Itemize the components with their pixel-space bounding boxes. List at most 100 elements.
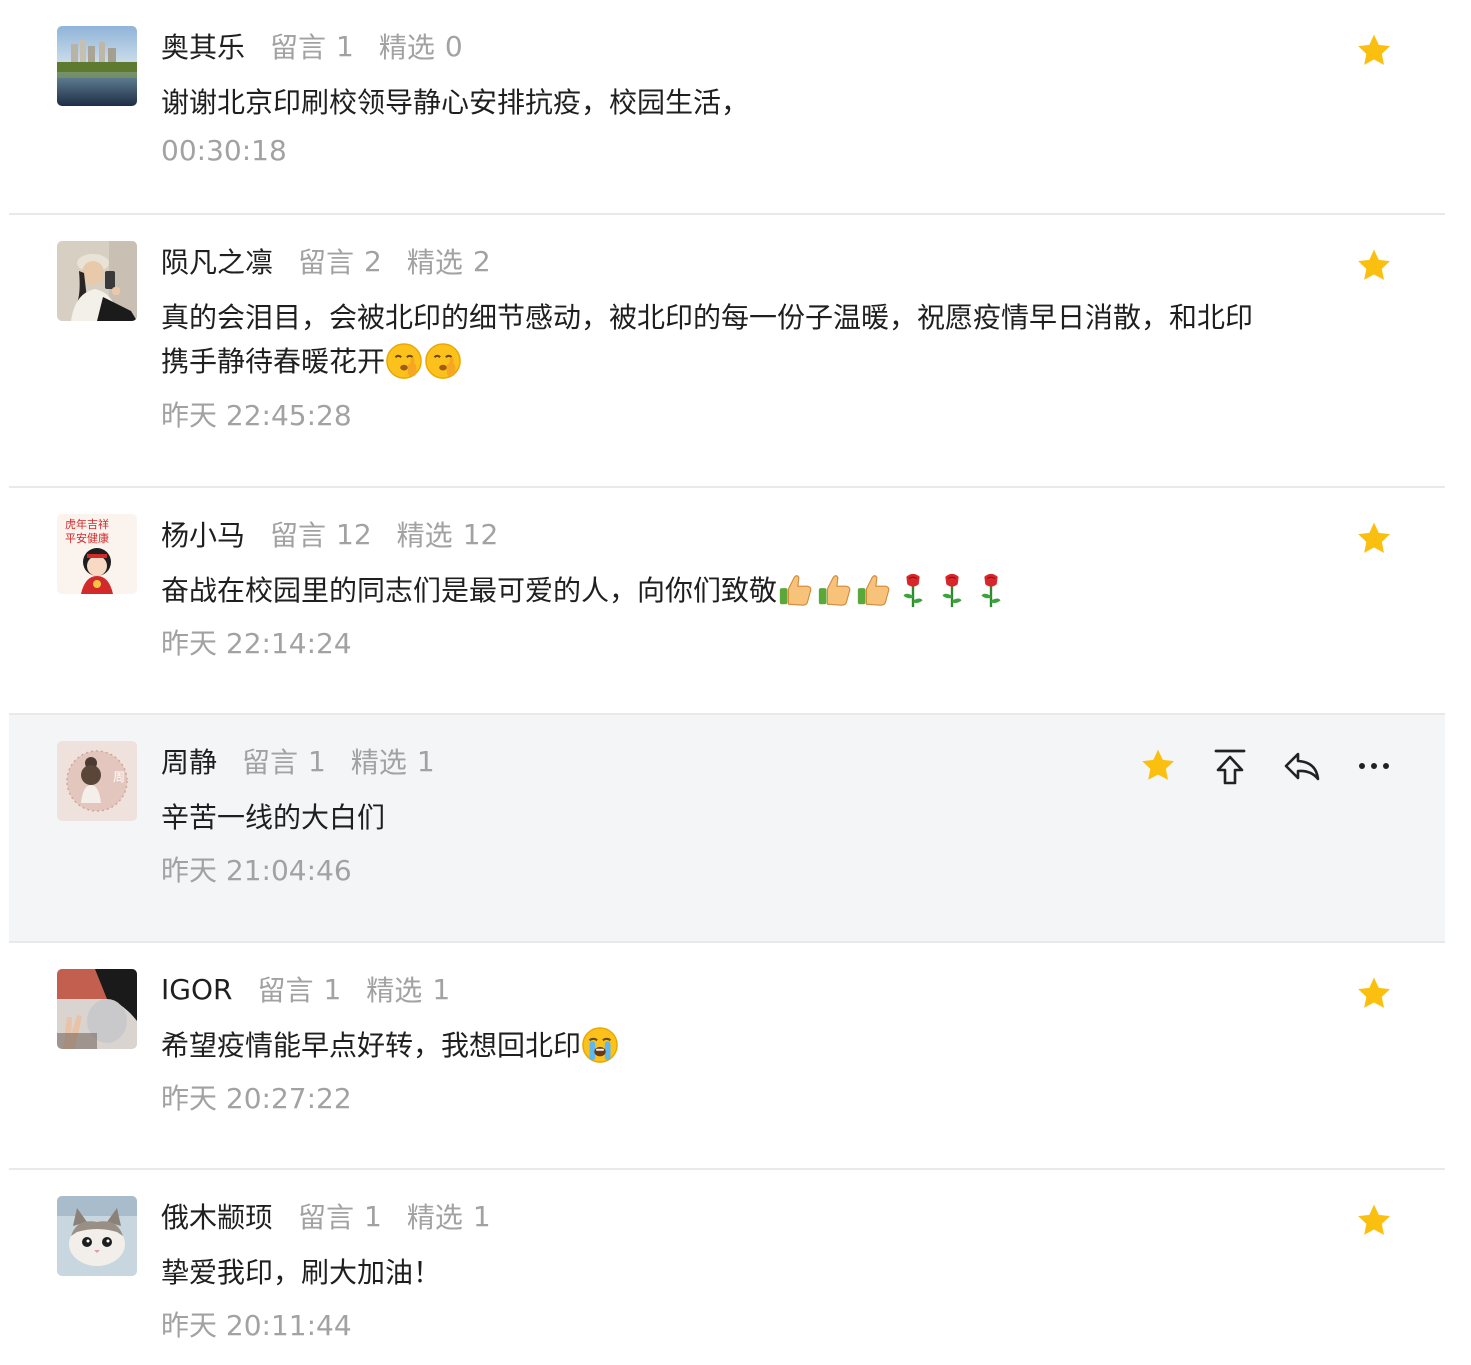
- pin-to-top-icon[interactable]: [1210, 746, 1250, 786]
- comment-text: 谢谢北京印刷校领导静心安排抗疫，校园生活，: [161, 86, 750, 119]
- svg-text:虎年吉祥: 虎年吉祥: [65, 517, 109, 531]
- comment-count-value: 2: [364, 244, 382, 278]
- more-icon[interactable]: [1354, 746, 1394, 786]
- user-avatar[interactable]: [57, 1196, 137, 1276]
- comment-text: 奋战在校园里的同志们是最可爱的人，向你们致敬: [161, 574, 778, 607]
- featured-count-label: 精选: [366, 974, 423, 1007]
- featured-count-value: 12: [462, 517, 499, 551]
- rose-emoji: [894, 571, 932, 609]
- comment-time: 昨天 20:27:22: [161, 1082, 352, 1115]
- comment-count-value: 1: [336, 29, 354, 63]
- comment-content: 真的会泪目，会被北印的细节感动，被北印的每一份子温暖，祝愿疫情早日消散，和北印携…: [161, 296, 1257, 384]
- user-avatar[interactable]: 周: [57, 741, 137, 821]
- comment-text: 真的会泪目，会被北印的细节感动，被北印的每一份子温暖，祝愿疫情早日消散，和北印携…: [161, 301, 1254, 378]
- featured-count-value: 1: [432, 972, 451, 1006]
- comment-content: 辛苦一线的大白们: [161, 796, 1281, 840]
- rose-emoji: [972, 571, 1010, 609]
- girl-bun-badge-avatar: 周: [57, 741, 137, 821]
- user-nickname[interactable]: 杨小马: [161, 514, 245, 554]
- comment-meta: 周静 留言 1 精选 1: [161, 741, 435, 781]
- comment-actions: [1138, 746, 1394, 786]
- reply-icon[interactable]: [1282, 746, 1322, 786]
- new-year-girl-avatar: 虎年吉祥 平安健康: [57, 514, 137, 594]
- comment-item: 陨凡之凛 留言 2 精选 2 真的会泪目，会被北印的细节感动，被北印的每一份子温…: [9, 215, 1445, 488]
- comment-item: 奥其乐 留言 1 精选 0 谢谢北京印刷校领导静心安排抗疫，校园生活， 00:3…: [9, 0, 1445, 215]
- user-avatar[interactable]: [57, 241, 137, 321]
- comment-actions: [1354, 1201, 1394, 1241]
- comment-count-label: 留言: [270, 519, 327, 552]
- comment-meta: 俄木颛顼 留言 1 精选 1: [161, 1196, 491, 1236]
- peace-sign-avatar: [57, 969, 137, 1049]
- comment-item: 周 周静 留言 1 精选 1 辛苦一线的大白们 昨天 21:04:46: [9, 715, 1445, 943]
- star-icon[interactable]: [1138, 746, 1178, 786]
- comment-time: 昨天 22:45:28: [161, 399, 352, 432]
- thumbs-up-emoji: [816, 571, 854, 609]
- featured-count-label: 精选: [406, 1201, 463, 1234]
- girl-selfie-avatar: [57, 241, 137, 321]
- user-avatar[interactable]: 虎年吉祥 平安健康: [57, 514, 137, 594]
- comment-meta: 杨小马 留言 12 精选 12: [161, 514, 498, 554]
- user-avatar[interactable]: [57, 969, 137, 1049]
- comment-count-label: 留言: [298, 1201, 355, 1234]
- comment-text: 辛苦一线的大白们: [161, 801, 386, 834]
- comment-actions: [1354, 519, 1394, 559]
- comment-content: 奋战在校园里的同志们是最可爱的人，向你们致敬: [161, 569, 1281, 613]
- star-icon[interactable]: [1354, 246, 1394, 286]
- comment-content: 挚爱我印，刷大加油！: [161, 1251, 1281, 1295]
- user-nickname[interactable]: 奥其乐: [161, 26, 245, 66]
- comment-content: 谢谢北京印刷校领导静心安排抗疫，校园生活，: [161, 81, 1281, 125]
- star-icon[interactable]: [1354, 974, 1394, 1014]
- comment-time: 昨天 22:14:24: [161, 627, 352, 660]
- featured-count-label: 精选: [396, 519, 453, 552]
- comment-content: 希望疫情能早点好转，我想回北印: [161, 1024, 1281, 1068]
- user-nickname[interactable]: IGOR: [161, 973, 232, 1006]
- featured-count-label: 精选: [350, 746, 407, 779]
- star-icon[interactable]: [1354, 1201, 1394, 1241]
- featured-count-value: 0: [444, 29, 463, 63]
- comment-list: 奥其乐 留言 1 精选 0 谢谢北京印刷校领导静心安排抗疫，校园生活， 00:3…: [9, 0, 1445, 1365]
- thumbs-up-emoji: [855, 571, 893, 609]
- featured-count-label: 精选: [406, 246, 463, 279]
- comment-time: 昨天 20:11:44: [161, 1309, 352, 1342]
- comment-actions: [1354, 31, 1394, 71]
- comment-item: 俄木颛顼 留言 1 精选 1 挚爱我印，刷大加油！ 昨天 20:11:44: [9, 1170, 1445, 1365]
- comment-item: 虎年吉祥 平安健康 杨小马 留言 12 精选 12 奋战在校园里的同志们是最可爱…: [9, 488, 1445, 715]
- user-nickname[interactable]: 俄木颛顼: [161, 1196, 273, 1236]
- user-nickname[interactable]: 陨凡之凛: [161, 241, 273, 281]
- comment-count-value: 1: [323, 972, 342, 1006]
- comment-count-label: 留言: [298, 246, 355, 279]
- city-skyline-lake-avatar: [57, 26, 137, 106]
- featured-count-value: 1: [472, 1199, 491, 1233]
- comment-actions: [1354, 974, 1394, 1014]
- kitten-avatar: [57, 1196, 137, 1276]
- loudly-crying-face-emoji: [581, 1026, 619, 1064]
- comment-actions: [1354, 246, 1394, 286]
- comment-count-label: 留言: [270, 31, 327, 64]
- comment-time: 00:30:18: [161, 134, 287, 167]
- featured-count-value: 1: [416, 744, 435, 778]
- shushing-face-emoji: [385, 342, 423, 380]
- thumbs-up-emoji: [777, 571, 815, 609]
- svg-text:平安健康: 平安健康: [65, 531, 109, 545]
- comment-count-value: 12: [336, 517, 372, 551]
- rose-emoji: [933, 571, 971, 609]
- featured-count-value: 2: [472, 244, 491, 278]
- comment-meta: 陨凡之凛 留言 2 精选 2: [161, 241, 491, 281]
- featured-count-label: 精选: [378, 31, 435, 64]
- comment-text: 希望疫情能早点好转，我想回北印: [161, 1029, 582, 1062]
- comment-meta: 奥其乐 留言 1 精选 0: [161, 26, 463, 66]
- star-icon[interactable]: [1354, 519, 1394, 559]
- avatar-badge-text: 周: [113, 770, 125, 784]
- comment-count-value: 1: [364, 1199, 382, 1233]
- comment-count-label: 留言: [242, 746, 299, 779]
- comment-text: 挚爱我印，刷大加油！: [161, 1256, 442, 1289]
- comment-meta: IGOR 留言 1 精选 1: [161, 969, 450, 1009]
- user-nickname[interactable]: 周静: [161, 741, 217, 781]
- shushing-face-emoji: [424, 342, 462, 380]
- comment-item: IGOR 留言 1 精选 1 希望疫情能早点好转，我想回北印 昨天 20:27:…: [9, 943, 1445, 1170]
- comment-count-label: 留言: [257, 974, 314, 1007]
- user-avatar[interactable]: [57, 26, 137, 106]
- comment-count-value: 1: [308, 744, 326, 778]
- star-icon[interactable]: [1354, 31, 1394, 71]
- comment-time: 昨天 21:04:46: [161, 854, 352, 887]
